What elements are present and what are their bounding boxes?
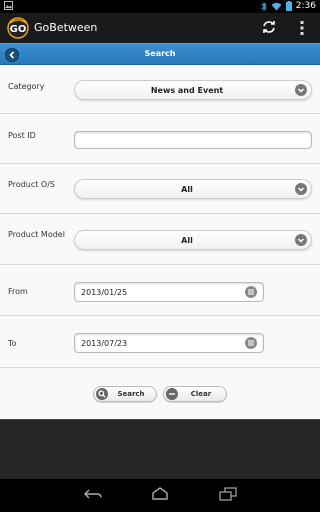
clear-button[interactable]: Clear xyxy=(163,386,227,402)
system-nav-bar xyxy=(0,479,320,512)
clear-icon xyxy=(166,388,178,400)
category-value: News and Event xyxy=(150,86,224,95)
chevron-down-icon xyxy=(295,183,307,195)
footer-area xyxy=(0,419,320,479)
sync-icon[interactable] xyxy=(262,20,276,34)
bluetooth-icon xyxy=(261,1,267,11)
product-os-row: Product O/S All xyxy=(0,164,320,214)
app-logo-icon[interactable]: GO xyxy=(6,17,30,39)
app-title: GoBetween xyxy=(34,21,98,34)
battery-icon xyxy=(285,1,292,11)
recent-apps-icon[interactable] xyxy=(218,487,238,501)
product-os-value: All xyxy=(181,185,193,194)
page-title: Search xyxy=(144,49,176,58)
svg-text:GO: GO xyxy=(10,24,27,35)
search-button[interactable]: Search xyxy=(93,386,157,402)
back-icon[interactable] xyxy=(83,487,103,501)
clear-button-label: Clear xyxy=(190,390,212,398)
calendar-icon[interactable] xyxy=(245,337,257,349)
product-os-select[interactable]: All xyxy=(74,179,312,199)
from-date-value: 2013/01/25 xyxy=(81,288,128,297)
clock-time: 2:36 xyxy=(295,1,316,11)
category-select[interactable]: News and Event xyxy=(74,80,312,100)
action-bar: GO GoBetween xyxy=(0,13,320,43)
calendar-icon[interactable] xyxy=(245,286,257,298)
product-os-label: Product O/S xyxy=(8,180,55,189)
page-header: Search xyxy=(0,43,320,65)
to-row: To 2013/07/23 xyxy=(0,316,320,368)
search-form: Category News and Event Post ID Product … xyxy=(0,65,320,419)
to-date-input[interactable]: 2013/07/23 xyxy=(74,333,264,353)
home-icon[interactable] xyxy=(150,487,170,501)
product-model-row: Product Model All xyxy=(0,214,320,265)
post-id-input[interactable] xyxy=(74,131,312,149)
post-id-label: Post ID xyxy=(8,131,36,140)
image-notification-icon xyxy=(4,1,13,10)
product-model-value: All xyxy=(181,236,193,245)
from-date-input[interactable]: 2013/01/25 xyxy=(74,282,264,302)
to-date-value: 2013/07/23 xyxy=(81,339,128,348)
from-label: From xyxy=(8,287,28,296)
to-label: To xyxy=(8,339,17,348)
overflow-menu-icon[interactable] xyxy=(298,20,306,36)
search-icon xyxy=(96,388,108,400)
search-button-label: Search xyxy=(117,390,145,398)
chevron-down-icon xyxy=(295,234,307,246)
wifi-icon xyxy=(271,2,282,10)
chevron-down-icon xyxy=(295,84,307,96)
post-id-row: Post ID xyxy=(0,114,320,164)
category-label: Category xyxy=(8,82,45,91)
product-model-select[interactable]: All xyxy=(74,230,312,250)
product-model-label: Product Model xyxy=(8,230,65,239)
category-row: Category News and Event xyxy=(0,65,320,114)
status-bar: 2:36 xyxy=(0,0,320,13)
from-row: From 2013/01/25 xyxy=(0,265,320,316)
